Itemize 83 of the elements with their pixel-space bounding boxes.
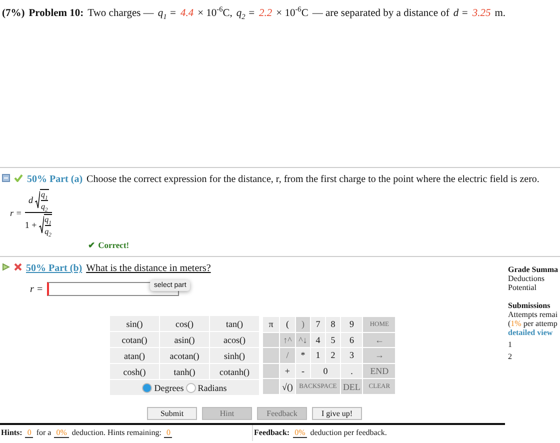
- answer-label: r =: [30, 284, 44, 294]
- keypad-key[interactable]: -: [296, 364, 310, 378]
- hint-count: 0: [25, 428, 34, 438]
- function-key[interactable]: acotan(): [160, 348, 209, 363]
- keypad-key[interactable]: 8: [326, 317, 340, 332]
- question-text: Choose the correct expression for the distance, r, from the first charge to the point where the electric field is zero.: [86, 174, 540, 185]
- submission-number: 2: [508, 352, 513, 361]
- feedback-deduction: 0%: [292, 428, 308, 438]
- problem-title: Problem 10:: [28, 8, 84, 19]
- grade-row-label: Potential: [508, 283, 538, 292]
- function-key[interactable]: tan(): [210, 316, 259, 331]
- function-key[interactable]: sin(): [110, 316, 159, 331]
- detailed-view-link[interactable]: detailed view: [508, 328, 560, 337]
- unit-text: × 10$^{-6}$C,: [198, 8, 232, 19]
- variable-value: 2.2: [259, 8, 272, 19]
- variable-label: q$_{2}$ =: [236, 8, 256, 19]
- hint-deduction: 0%: [54, 428, 69, 438]
- cross-icon: [14, 263, 22, 271]
- variable-value: 4.4: [180, 8, 194, 19]
- formula-term: q$_{2}$: [44, 227, 52, 236]
- radio-label: Degrees: [154, 382, 184, 392]
- problem-weight: (7%): [2, 8, 25, 19]
- keypad-key[interactable]: *: [296, 348, 310, 363]
- unit-text: × 10$^{-6}$C: [276, 8, 308, 19]
- formula-term: q$_{1}$: [40, 190, 48, 199]
- question-text: What is the distance in meters?: [86, 263, 211, 274]
- keypad-key[interactable]: 7: [310, 317, 325, 332]
- function-key[interactable]: atan(): [110, 348, 159, 363]
- expand-icon[interactable]: [2, 263, 10, 271]
- variable-value: 3.25: [472, 8, 491, 19]
- function-key[interactable]: tanh(): [160, 364, 209, 379]
- radio-button[interactable]: [186, 382, 196, 392]
- per-attempt-text: (1% per attemp: [508, 319, 558, 328]
- keypad-key[interactable]: 5: [326, 332, 340, 348]
- formula-lhs: r =: [10, 208, 22, 218]
- formula-term: q$_{2}$: [40, 202, 48, 211]
- radio-button[interactable]: [142, 382, 152, 392]
- submissions-title: Submissions: [508, 301, 552, 310]
- part-link[interactable]: 50% Part (a): [27, 174, 83, 185]
- function-key[interactable]: cosh(): [110, 364, 159, 379]
- action-button[interactable]: I give up!: [312, 407, 362, 420]
- keypad-key[interactable]: 6: [340, 332, 362, 348]
- variable-label: d =: [453, 8, 468, 19]
- collapse-icon[interactable]: [2, 174, 10, 182]
- variable-label: q$_{1}$ =: [158, 8, 176, 19]
- keypad-key[interactable]: 0: [310, 364, 340, 378]
- formula-term: 1 +: [24, 220, 37, 230]
- action-button[interactable]: Submit: [147, 407, 197, 420]
- problem-text: Two charges —: [88, 8, 154, 19]
- hints-text: for a: [36, 428, 52, 437]
- hints-remaining: 0: [164, 428, 172, 438]
- feedback-text: deduction per feedback.: [310, 428, 387, 437]
- grade-summary-title: Grade Summa: [508, 265, 559, 274]
- keypad-key[interactable]: 3: [340, 348, 362, 363]
- formula-factor: d: [28, 195, 33, 205]
- function-key[interactable]: asin(): [160, 332, 209, 347]
- attempts-text: Attempts remai: [508, 310, 559, 319]
- keypad-key[interactable]: 4: [310, 332, 325, 348]
- feedback-title: Feedback:: [254, 428, 290, 437]
- function-key[interactable]: acos(): [210, 332, 259, 347]
- keypad-key[interactable]: 2: [326, 348, 340, 363]
- keypad-key[interactable]: (: [280, 317, 295, 332]
- keypad-key[interactable]: √(): [280, 379, 295, 394]
- problem-text: — are separated by a distance of: [312, 8, 450, 19]
- unit-text: m.: [494, 8, 506, 19]
- function-key[interactable]: cos(): [160, 316, 209, 331]
- feedback-message: ✔ Correct!: [87, 239, 130, 252]
- formula-term: q$_{1}$: [44, 215, 52, 224]
- check-icon: [14, 174, 23, 182]
- hints-title: Hints:: [1, 428, 22, 437]
- function-key[interactable]: sinh(): [210, 348, 259, 363]
- hints-text: deduction. Hints remaining:: [72, 428, 162, 437]
- keypad-key[interactable]: +: [280, 364, 295, 378]
- grade-row-label: Deductions: [508, 274, 546, 283]
- part-link[interactable]: 50% Part (b): [26, 263, 82, 274]
- keypad-key[interactable]: π: [263, 317, 279, 332]
- submission-number: 1: [508, 340, 513, 349]
- keypad-key[interactable]: 1: [310, 348, 325, 363]
- function-key[interactable]: cotan(): [110, 332, 159, 347]
- keypad-key[interactable]: 9: [340, 317, 362, 332]
- keypad-key[interactable]: .: [340, 364, 362, 378]
- radio-label: Radians: [198, 382, 227, 392]
- function-key[interactable]: cotanh(): [210, 364, 259, 379]
